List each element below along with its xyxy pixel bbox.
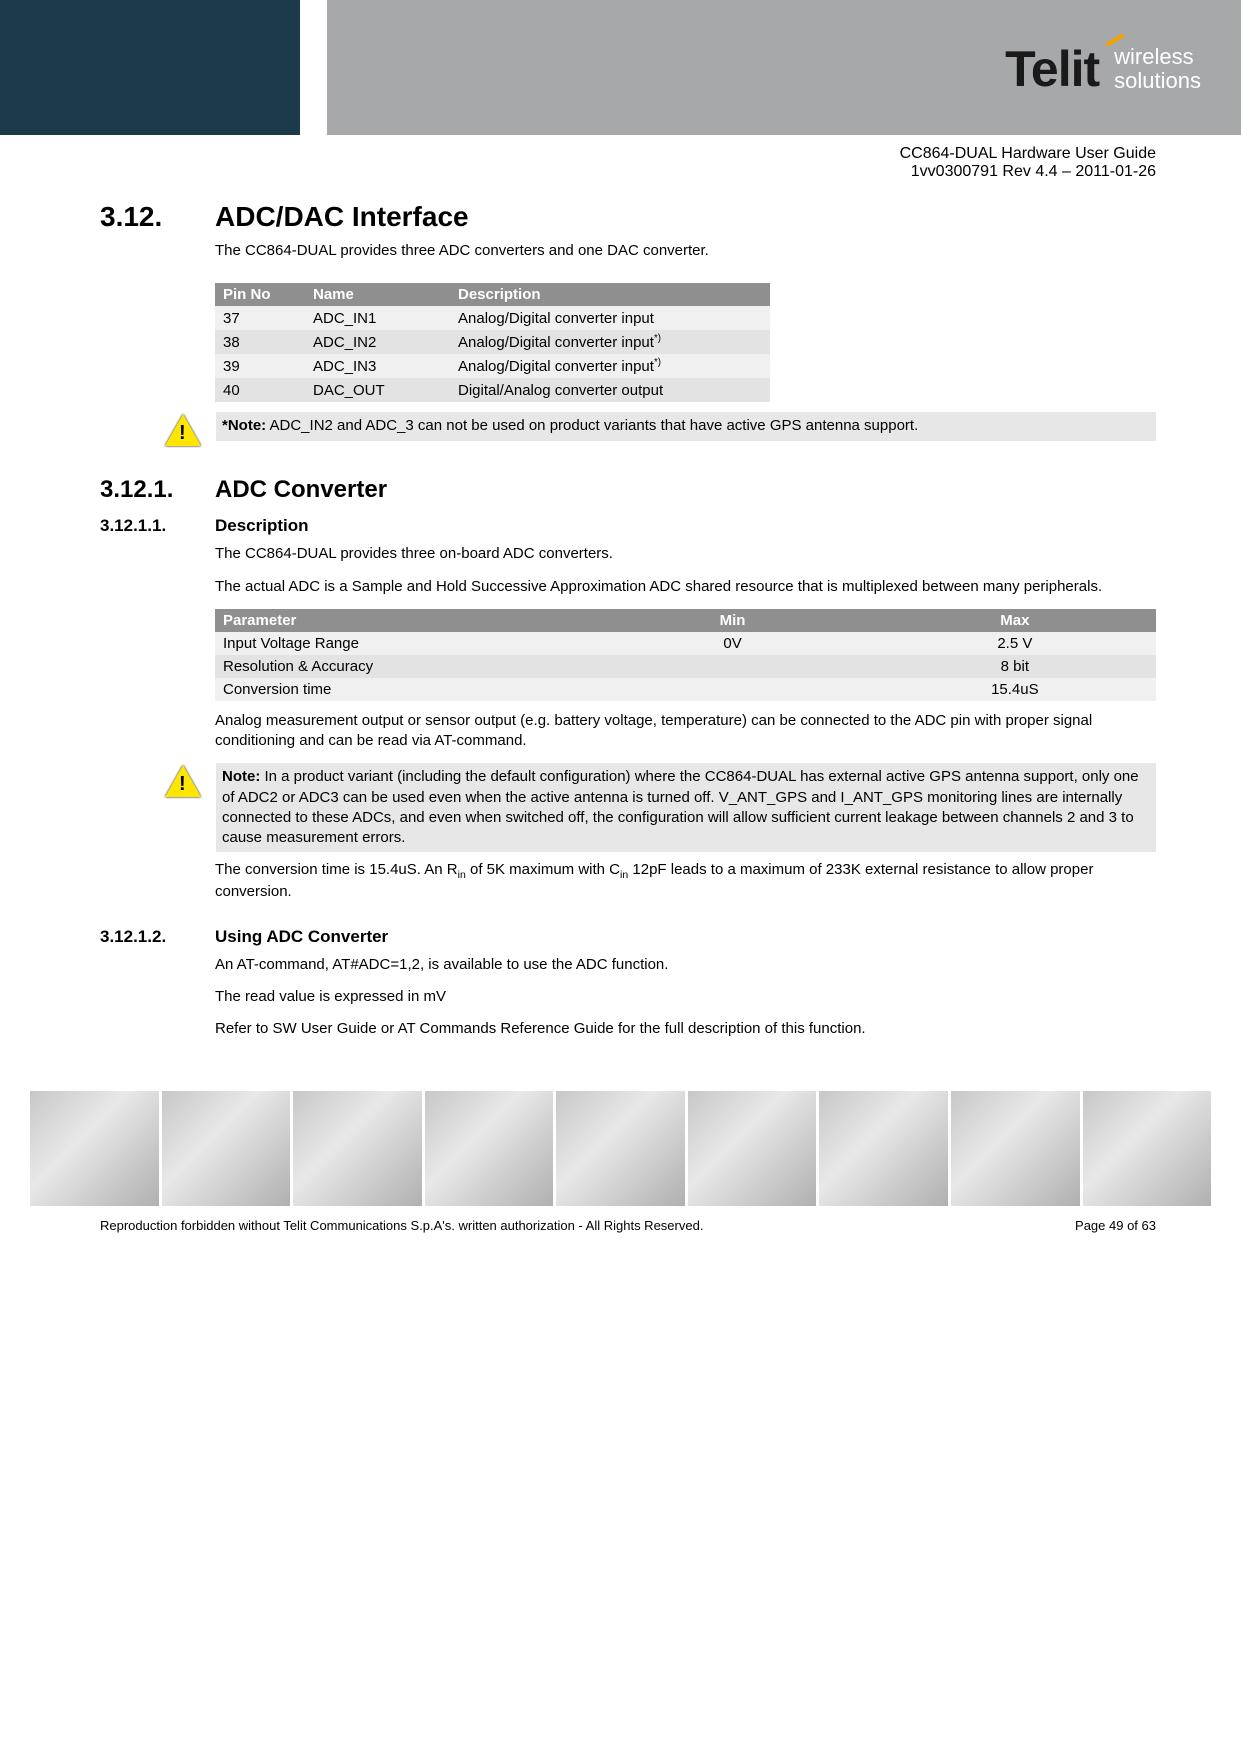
pin-table: Pin No Name Description 37 ADC_IN1 Analo… — [215, 283, 770, 402]
cell-min — [591, 678, 873, 701]
cell-name: ADC_IN1 — [305, 306, 450, 330]
param-th-min: Min — [591, 609, 873, 632]
table-header-row: Pin No Name Description — [215, 283, 770, 306]
section-title-3-12-1-1: Description — [215, 516, 1156, 536]
conv-time-p: The conversion time is 15.4uS. An Rin of… — [215, 860, 1156, 902]
param-th-parameter: Parameter — [215, 609, 591, 632]
footer-thumb — [425, 1091, 554, 1206]
logo-text: Telit — [1005, 40, 1099, 98]
cell-desc: Analog/Digital converter input*) — [450, 330, 770, 354]
section-title-3-12-1: ADC Converter — [215, 476, 1156, 504]
note-text: Note: In a product variant (including th… — [216, 763, 1156, 852]
cell-pin: 37 — [215, 306, 305, 330]
note-text: *Note: ADC_IN2 and ADC_3 can not be used… — [216, 412, 1156, 440]
footer-thumb — [819, 1091, 948, 1206]
param-th-max: Max — [874, 609, 1156, 632]
warning-note-2: Note: In a product variant (including th… — [215, 763, 1156, 852]
footer-image-strip — [0, 1091, 1241, 1206]
footer-thumb — [30, 1091, 159, 1206]
cell-name: DAC_OUT — [305, 378, 450, 402]
footer-thumb — [162, 1091, 291, 1206]
banner-dark-block — [0, 0, 300, 135]
pin-th-desc: Description — [450, 283, 770, 306]
doc-title: CC864-DUAL Hardware User Guide — [0, 145, 1156, 163]
header-banner: Telit wireless solutions — [0, 0, 1241, 135]
cell-max: 15.4uS — [874, 678, 1156, 701]
after-param-p: Analog measurement output or sensor outp… — [215, 711, 1156, 752]
pin-th-name: Name — [305, 283, 450, 306]
footer-thumb — [556, 1091, 685, 1206]
cell-desc: Analog/Digital converter input — [450, 306, 770, 330]
cell-desc: Analog/Digital converter input*) — [450, 354, 770, 378]
cell-min: 0V — [591, 632, 873, 655]
param-table: Parameter Min Max Input Voltage Range 0V… — [215, 609, 1156, 701]
logo-tag-line1: wireless — [1114, 45, 1201, 69]
section-title-3-12: ADC/DAC Interface — [215, 201, 1156, 233]
pin-th-pin: Pin No — [215, 283, 305, 306]
warning-note-1: *Note: ADC_IN2 and ADC_3 can not be used… — [215, 412, 1156, 446]
table-row: Input Voltage Range 0V 2.5 V — [215, 632, 1156, 655]
table-row: Resolution & Accuracy 8 bit — [215, 655, 1156, 678]
note-body: In a product variant (including the defa… — [222, 768, 1139, 846]
section-title-3-12-1-2: Using ADC Converter — [215, 927, 1156, 947]
logo-tag-line2: solutions — [1114, 69, 1201, 93]
table-row: 38 ADC_IN2 Analog/Digital converter inpu… — [215, 330, 770, 354]
cell-param: Resolution & Accuracy — [215, 655, 591, 678]
desc-p2: The actual ADC is a Sample and Hold Succ… — [215, 577, 1156, 597]
table-row: Conversion time 15.4uS — [215, 678, 1156, 701]
section-3-12-intro: The CC864-DUAL provides three ADC conver… — [215, 241, 1156, 261]
table-row: 39 ADC_IN3 Analog/Digital converter inpu… — [215, 354, 770, 378]
table-row: 37 ADC_IN1 Analog/Digital converter inpu… — [215, 306, 770, 330]
using-adc-p2: The read value is expressed in mV — [215, 987, 1156, 1007]
warning-icon — [165, 414, 201, 446]
cell-name: ADC_IN3 — [305, 354, 450, 378]
section-number-3-12-1: 3.12.1. — [100, 476, 215, 504]
warning-icon — [165, 765, 201, 797]
cell-name: ADC_IN2 — [305, 330, 450, 354]
section-number-3-12: 3.12. — [100, 201, 215, 273]
cell-max: 8 bit — [874, 655, 1156, 678]
cell-pin: 40 — [215, 378, 305, 402]
doc-rev: 1vv0300791 Rev 4.4 – 2011-01-26 — [0, 163, 1156, 181]
using-adc-p1: An AT-command, AT#ADC=1,2, is available … — [215, 955, 1156, 975]
note-body: ADC_IN2 and ADC_3 can not be used on pro… — [266, 417, 918, 434]
table-row: 40 DAC_OUT Digital/Analog converter outp… — [215, 378, 770, 402]
section-number-3-12-1-1: 3.12.1.1. — [100, 516, 215, 914]
cell-max: 2.5 V — [874, 632, 1156, 655]
logo: Telit wireless solutions — [1005, 40, 1201, 98]
desc-p1: The CC864-DUAL provides three on-board A… — [215, 544, 1156, 564]
cell-pin: 38 — [215, 330, 305, 354]
footer-page: Page 49 of 63 — [1075, 1218, 1156, 1233]
logo-name: Telit — [1005, 41, 1099, 97]
table-header-row: Parameter Min Max — [215, 609, 1156, 632]
doc-header: CC864-DUAL Hardware User Guide 1vv030079… — [0, 145, 1156, 181]
logo-tagline: wireless solutions — [1114, 45, 1201, 93]
cell-pin: 39 — [215, 354, 305, 378]
section-number-3-12-1-2: 3.12.1.2. — [100, 927, 215, 1052]
note-label: *Note: — [222, 417, 266, 434]
cell-param: Input Voltage Range — [215, 632, 591, 655]
note-label: Note: — [222, 768, 260, 785]
footer: Reproduction forbidden without Telit Com… — [100, 1218, 1156, 1233]
cell-param: Conversion time — [215, 678, 591, 701]
footer-thumb — [688, 1091, 817, 1206]
banner-white-stripe — [300, 0, 327, 135]
using-adc-p3: Refer to SW User Guide or AT Commands Re… — [215, 1019, 1156, 1039]
footer-thumb — [293, 1091, 422, 1206]
cell-min — [591, 655, 873, 678]
footer-copyright: Reproduction forbidden without Telit Com… — [100, 1218, 703, 1233]
footer-thumb — [951, 1091, 1080, 1206]
cell-desc: Digital/Analog converter output — [450, 378, 770, 402]
footer-thumb — [1083, 1091, 1212, 1206]
